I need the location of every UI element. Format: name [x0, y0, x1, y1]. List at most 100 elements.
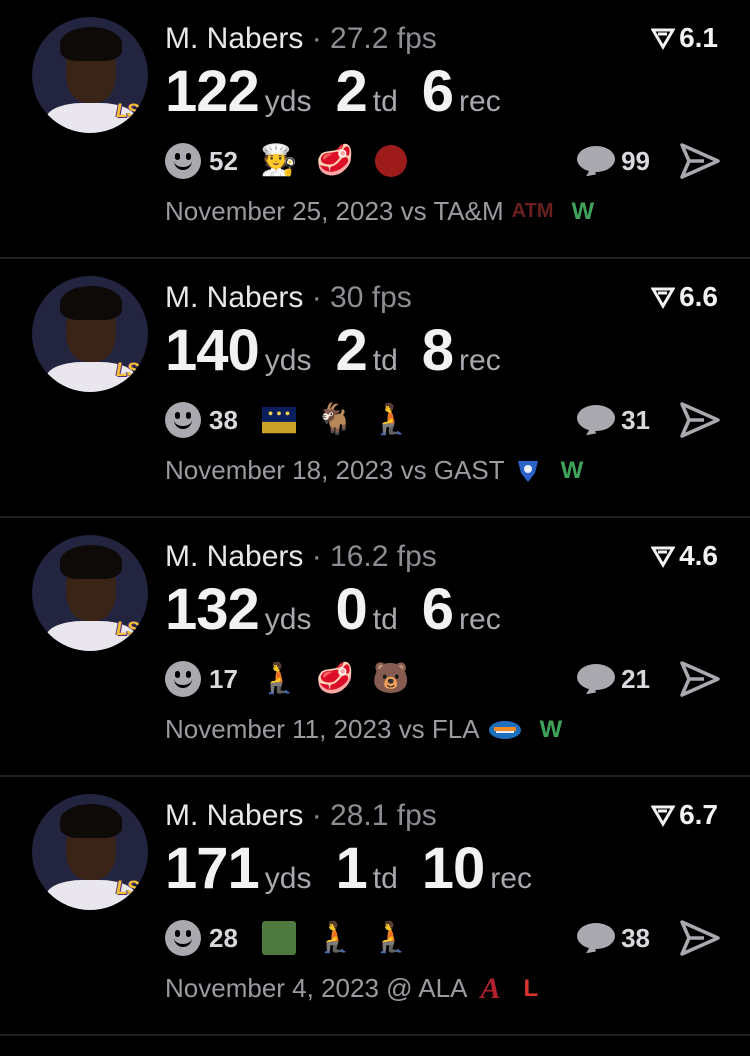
yards-unit: yds — [264, 344, 312, 377]
fps-value: 16.2 fps — [330, 540, 437, 573]
opponent-logo: A — [480, 971, 501, 1005]
yards-unit: yds — [264, 603, 312, 636]
yards-value: 132 — [165, 577, 260, 642]
player-name[interactable]: M. Nabers — [165, 281, 303, 314]
player-name[interactable]: M. Nabers — [165, 540, 303, 573]
emoji-reaction-meat[interactable]: 🥩 — [316, 144, 353, 178]
reaction-smile-icon[interactable] — [165, 661, 201, 697]
share-icon[interactable] — [680, 660, 720, 698]
comment-icon[interactable] — [577, 405, 616, 437]
player-name[interactable]: M. Nabers — [165, 799, 303, 832]
stat-line: 132 yds 0 td 6 rec — [165, 576, 525, 643]
comments[interactable]: 38 — [577, 917, 650, 959]
emoji-reaction-cook[interactable]: 🧑‍🍳 — [260, 144, 297, 178]
emoji-reaction-goat[interactable]: 🐐 — [316, 403, 353, 437]
red-circle-icon[interactable] — [374, 144, 408, 178]
game-result: W — [539, 715, 563, 743]
rec-unit: rec — [459, 344, 501, 377]
emoji-reaction-person[interactable]: 🧎 — [260, 662, 297, 696]
rating-value: 6.6 — [679, 281, 718, 312]
rec-value: 8 — [421, 318, 454, 383]
game-card[interactable]: LSU M. Nabers · 16.2 fps 4.6 132 yds 0 td … — [0, 518, 750, 777]
rating: 6.6 — [651, 281, 718, 313]
emoji-reaction-meat[interactable]: 🥩 — [316, 662, 353, 696]
td-value: 0 — [335, 577, 367, 642]
rating-value: 4.6 — [679, 540, 718, 571]
rating: 6.1 — [651, 22, 718, 54]
name-line: M. Nabers · 27.2 fps — [165, 22, 437, 55]
share-icon[interactable] — [680, 919, 720, 957]
emoji-reaction-person[interactable]: 🧎 — [372, 921, 409, 955]
rating-icon — [651, 546, 676, 568]
stat-line: 122 yds 2 td 6 rec — [165, 58, 525, 125]
comment-icon[interactable] — [577, 146, 616, 178]
td-unit: td — [372, 603, 398, 636]
fps-value: 27.2 fps — [330, 22, 437, 55]
td-value: 2 — [335, 59, 367, 124]
avatar[interactable]: LSU — [32, 794, 148, 910]
green-square-icon[interactable] — [261, 921, 296, 955]
rating-icon — [651, 28, 676, 50]
comment-count: 31 — [621, 404, 650, 435]
lsu-logo: LSU — [116, 360, 148, 381]
game-result: L — [523, 974, 539, 1002]
td-unit: td — [372, 862, 398, 895]
yards-unit: yds — [264, 862, 312, 895]
reaction-smile-icon[interactable] — [165, 143, 201, 179]
reaction-count: 38 — [209, 404, 238, 435]
reaction-count: 52 — [209, 145, 238, 176]
avatar[interactable]: LSU — [32, 276, 148, 392]
emoji-reaction-person[interactable]: 🧎 — [372, 403, 409, 437]
player-name[interactable]: M. Nabers — [165, 22, 303, 55]
rating: 4.6 — [651, 540, 718, 572]
reactions: 17 🧎 🥩 🐻 — [165, 658, 430, 700]
rating-value: 6.1 — [679, 22, 718, 53]
fps-value: 28.1 fps — [330, 799, 437, 832]
gator-icon — [488, 715, 522, 745]
rec-unit: rec — [459, 603, 501, 636]
comments[interactable]: 99 — [577, 140, 650, 182]
reactions: 28 🧎 🧎 — [165, 917, 430, 959]
game-info: November 11, 2023 vs FLA W — [165, 714, 562, 745]
game-info: November 18, 2023 vs GAST W — [165, 455, 583, 486]
td-value: 1 — [335, 836, 367, 901]
reaction-count: 28 — [209, 922, 238, 953]
comment-icon[interactable] — [577, 923, 616, 955]
comments[interactable]: 31 — [577, 399, 650, 441]
avatar[interactable]: LSU — [32, 17, 148, 133]
emoji-reaction-person[interactable]: 🧎 — [316, 921, 353, 955]
game-card[interactable]: LSU M. Nabers · 28.1 fps 6.7 171 yds 1 td … — [0, 777, 750, 1036]
stat-line: 140 yds 2 td 8 rec — [165, 317, 525, 384]
comment-icon[interactable] — [577, 664, 616, 696]
game-card[interactable]: LSU M. Nabers · 30 fps 6.6 140 yds 2 td 8r… — [0, 259, 750, 518]
reaction-smile-icon[interactable] — [165, 920, 201, 956]
comment-count: 38 — [621, 922, 650, 953]
lsu-logo: LSU — [116, 619, 148, 640]
flag-icon[interactable] — [261, 403, 296, 437]
share-icon[interactable] — [680, 142, 720, 180]
avatar[interactable]: LSU — [32, 535, 148, 651]
share-icon[interactable] — [680, 401, 720, 439]
opponent-logo: ATM — [511, 200, 554, 222]
game-result: W — [571, 197, 595, 225]
reaction-count: 17 — [209, 663, 238, 694]
rec-value: 6 — [421, 577, 454, 642]
rating-icon — [651, 287, 676, 309]
td-unit: td — [372, 344, 398, 377]
comments[interactable]: 21 — [577, 658, 650, 700]
game-date: November 11, 2023 vs FLA — [165, 714, 480, 744]
td-value: 2 — [335, 318, 367, 383]
rec-value: 10 — [421, 836, 486, 901]
game-info: November 25, 2023 vs TA&M ATM W — [165, 196, 594, 227]
lsu-logo: LSU — [116, 878, 148, 899]
yards-value: 171 — [165, 836, 260, 901]
rec-unit: rec — [459, 85, 501, 118]
reaction-smile-icon[interactable] — [165, 402, 201, 438]
game-card[interactable]: LSU M. Nabers · 27.2 fps 6.1 122 yds 2 td … — [0, 0, 750, 259]
emoji-reaction-bear[interactable]: 🐻 — [372, 662, 409, 696]
game-result: W — [560, 456, 584, 484]
lsu-logo: LSU — [116, 101, 148, 122]
game-date: November 18, 2023 vs GAST — [165, 455, 505, 485]
comment-count: 21 — [621, 663, 650, 694]
rec-unit: rec — [490, 862, 532, 895]
